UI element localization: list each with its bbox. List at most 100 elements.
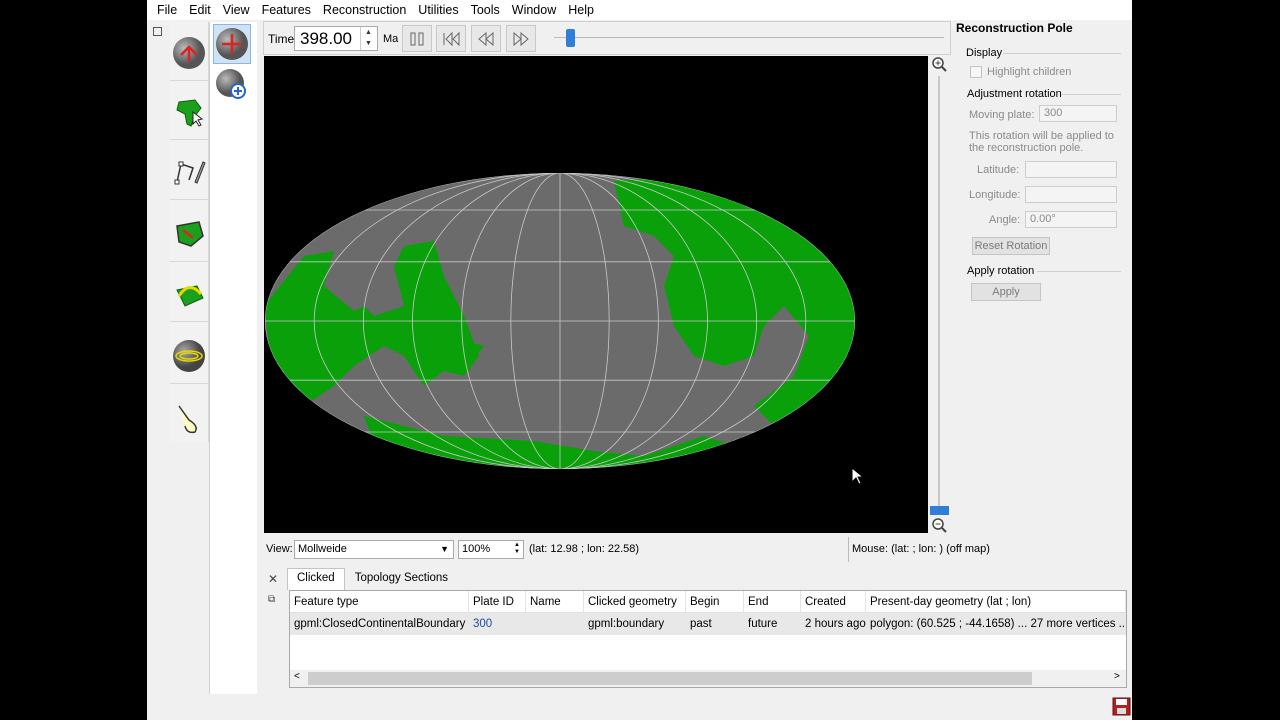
- reset-rotation-button[interactable]: Reset Rotation: [972, 237, 1050, 255]
- adjustment-section-label: Adjustment rotation: [967, 88, 1062, 100]
- column-header[interactable]: End: [744, 591, 801, 613]
- note-line-1: This rotation will be applied to: [969, 130, 1114, 142]
- skip-to-start-button[interactable]: [436, 25, 466, 52]
- africa-choose-feature-icon[interactable]: [170, 84, 208, 140]
- zoom-percent-value: 100%: [462, 543, 491, 555]
- zoom-spinner-icon[interactable]: ▲ ▼: [514, 542, 520, 556]
- divider: [1062, 94, 1121, 95]
- display-section-label: Display: [966, 47, 1003, 59]
- moving-plate-label: Moving plate:: [969, 109, 1035, 121]
- moving-plate-field[interactable]: 300: [1039, 105, 1117, 122]
- zoom-out-icon[interactable]: [931, 517, 948, 534]
- projection-select[interactable]: Mollweide ▼: [294, 540, 454, 559]
- pause-icon: [410, 32, 424, 45]
- latitude-label: Latitude:: [977, 164, 1020, 176]
- map-canvas[interactable]: [264, 56, 928, 533]
- mouse-cursor-icon: [851, 467, 865, 485]
- tool-palette-right: [209, 22, 257, 694]
- note-line-2: the reconstruction pole.: [969, 142, 1084, 154]
- column-header[interactable]: Present-day geometry (lat ; lon): [866, 591, 1126, 613]
- menu-window[interactable]: Window: [506, 3, 562, 17]
- mouse-coordinates: Mouse: (lat: ; lon: ) (off map): [848, 537, 1280, 562]
- fast-forward-icon: [513, 31, 529, 46]
- step-back-button[interactable]: [471, 25, 501, 52]
- longitude-field[interactable]: [1025, 186, 1117, 203]
- step-forward-button[interactable]: [506, 25, 536, 52]
- menu-tools[interactable]: Tools: [465, 3, 506, 17]
- highlight-children-checkbox[interactable]: [970, 66, 982, 78]
- close-icon[interactable]: ✕: [268, 572, 278, 586]
- tab-clicked[interactable]: Clicked: [287, 568, 345, 590]
- table-cell: gpml:boundary: [588, 618, 665, 630]
- zoom-slider[interactable]: [938, 76, 940, 506]
- longitude-label: Longitude:: [969, 189, 1021, 201]
- projection-value: Mollweide: [298, 543, 347, 555]
- angle-label: Angle:: [989, 214, 1021, 226]
- table-cell: past: [690, 618, 712, 630]
- apply-button[interactable]: Apply: [971, 283, 1041, 301]
- menu-help[interactable]: Help: [562, 3, 600, 17]
- menu-features[interactable]: Features: [256, 3, 317, 17]
- tab-topology-sections[interactable]: Topology Sections: [345, 568, 458, 590]
- table-cell: polygon: (60.525 ; -44.1658) ... 27 more…: [870, 618, 1126, 630]
- latitude-field[interactable]: [1025, 161, 1117, 178]
- table-cell: 2 hours ago: [805, 618, 866, 630]
- menu-reconstruction[interactable]: Reconstruction: [317, 3, 412, 17]
- menu-utilities[interactable]: Utilities: [412, 3, 464, 17]
- zoom-slider-handle[interactable]: [930, 506, 949, 515]
- reconstruction-globe-icon[interactable]: [170, 25, 208, 81]
- time-spinner[interactable]: ▲ ▼: [360, 27, 376, 50]
- menu-view[interactable]: View: [217, 3, 256, 17]
- column-header[interactable]: Begin: [686, 591, 744, 613]
- move-pole-icon[interactable]: [170, 266, 208, 322]
- table-header: Feature type Plate ID Name Clicked geometry…: [290, 591, 1126, 613]
- table-cell: gpml:ClosedContinentalBoundary: [294, 618, 466, 630]
- column-header[interactable]: Feature type: [290, 591, 469, 613]
- small-circle-icon[interactable]: [170, 328, 208, 384]
- apply-section-label: Apply rotation: [967, 265, 1035, 277]
- table-row[interactable]: gpml:ClosedContinentalBoundary 300 gpml:bo…: [290, 613, 1126, 635]
- zoom-percent-input[interactable]: 100% ▲ ▼: [458, 540, 524, 559]
- reconstruction-pole-panel: Reconstruction Pole Display Highlight ch…: [953, 18, 1132, 318]
- zoom-in-icon[interactable]: [931, 56, 948, 73]
- table-cell: 300: [473, 618, 493, 630]
- column-header[interactable]: Plate ID: [469, 591, 526, 613]
- view-label: View:: [266, 543, 293, 555]
- highlight-children-label: Highlight children: [987, 66, 1072, 78]
- menu-edit[interactable]: Edit: [183, 3, 217, 17]
- time-slider[interactable]: [554, 37, 944, 41]
- float-panel-icon[interactable]: ⧉: [268, 594, 275, 605]
- info-tabs: Clicked Topology Sections: [287, 568, 458, 590]
- menu-file[interactable]: File: [151, 3, 183, 17]
- save-icon[interactable]: [1112, 697, 1131, 716]
- divider: [1037, 271, 1121, 272]
- chevron-down-icon: ▼: [440, 544, 449, 554]
- digitise-geometry-icon[interactable]: [170, 144, 208, 200]
- table-cell: future: [748, 618, 778, 630]
- horizontal-scrollbar[interactable]: < >: [290, 670, 1126, 687]
- pause-button[interactable]: [402, 25, 432, 52]
- column-header[interactable]: Clicked geometry: [584, 591, 686, 613]
- time-slider-handle[interactable]: [565, 29, 575, 47]
- zoom-strip: [928, 56, 951, 533]
- menu-bar: File Edit View Features Reconstruction U…: [147, 0, 1132, 20]
- scroll-right-icon[interactable]: >: [1114, 671, 1120, 682]
- zoom-globe-icon[interactable]: [213, 66, 251, 104]
- scroll-left-icon[interactable]: <: [294, 671, 300, 682]
- angle-field[interactable]: 0.00°: [1025, 211, 1117, 228]
- column-header[interactable]: Name: [526, 591, 584, 613]
- toolbox-float-icon[interactable]: [153, 27, 162, 36]
- table-cell: [526, 613, 584, 635]
- panel-title: Reconstruction Pole: [956, 21, 1073, 35]
- measure-distance-icon[interactable]: [170, 390, 208, 446]
- scrollbar-thumb[interactable]: [308, 672, 1032, 685]
- clicked-features-table: Feature type Plate ID Name Clicked geometry…: [289, 590, 1127, 688]
- rewind-icon: [478, 31, 494, 46]
- edit-topology-icon[interactable]: [170, 206, 208, 262]
- view-bar: View: Mollweide ▼ 100% ▲ ▼ (lat: 12.98 ; …: [264, 537, 1132, 562]
- time-unit-label: Ma: [383, 33, 399, 45]
- time-toolbar: Time: 398.00 ▲ ▼ Ma: [263, 21, 951, 55]
- drag-globe-icon[interactable]: [213, 24, 251, 64]
- column-header[interactable]: Created: [801, 591, 866, 613]
- skip-start-icon: [443, 31, 460, 46]
